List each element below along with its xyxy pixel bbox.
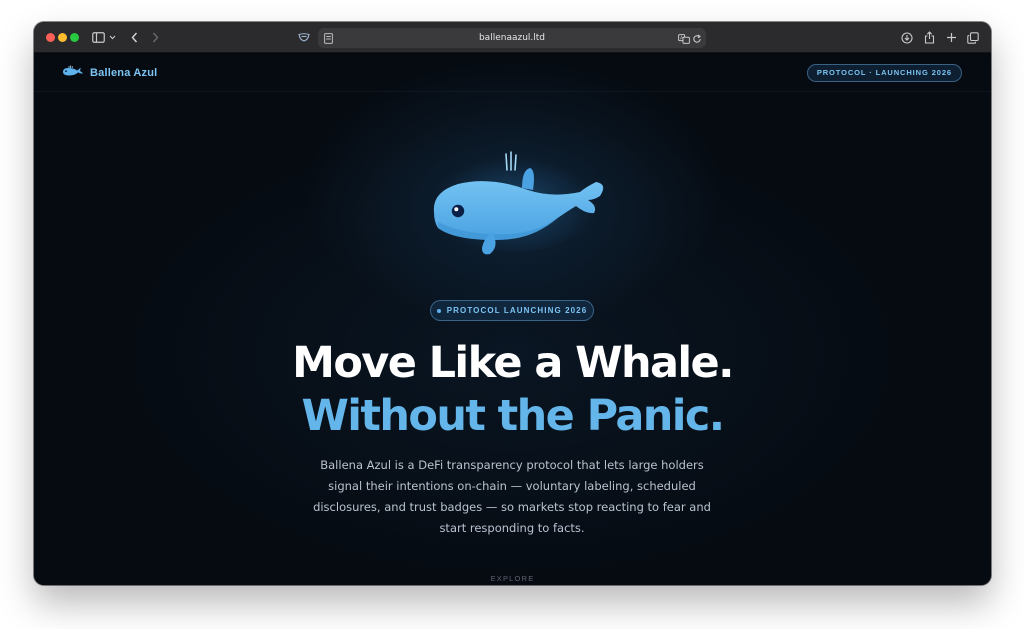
hero-badge-label: PROTOCOL LAUNCHING 2026 (446, 306, 588, 315)
reload-icon[interactable] (692, 31, 702, 46)
brand-name: Ballena Azul (90, 67, 158, 79)
explore-label[interactable]: EXPLORE (34, 574, 991, 583)
browser-window: ballenaazul.ltd A Ballena Azul PROTOCOL … (34, 22, 991, 585)
web-page: Ballena Azul PROTOCOL · LAUNCHING 2026 P… (34, 54, 991, 585)
hero-title-line-2: Without the Panic. (301, 391, 725, 441)
chevron-down-icon[interactable] (108, 30, 116, 45)
browser-toolbar: ballenaazul.ltd A (34, 22, 991, 53)
forward-icon[interactable] (150, 30, 160, 45)
whale-icon (62, 64, 84, 82)
hero-description: Ballena Azul is a DeFi transparency prot… (313, 458, 711, 535)
translate-icon[interactable]: A (678, 31, 690, 46)
new-tab-icon[interactable] (945, 30, 957, 45)
launch-status-badge: PROTOCOL · LAUNCHING 2026 (806, 64, 962, 82)
brand-logo[interactable]: Ballena Azul (62, 65, 157, 81)
zoom-window-button[interactable] (70, 33, 79, 42)
download-icon[interactable] (900, 30, 914, 45)
address-bar[interactable]: ballenaazul.ltd A (318, 28, 706, 48)
back-icon[interactable] (129, 30, 139, 45)
site-header: Ballena Azul PROTOCOL · LAUNCHING 2026 (34, 54, 991, 92)
minimize-window-button[interactable] (58, 33, 67, 42)
url-text: ballenaazul.ltd (478, 33, 546, 43)
status-dot (436, 308, 441, 313)
hero-launch-badge: PROTOCOL LAUNCHING 2026 (430, 300, 594, 321)
hero-title-line-1: Move Like a Whale. (292, 338, 734, 388)
whale-illustration (426, 140, 606, 265)
share-icon[interactable] (923, 30, 935, 45)
sidebar-icon[interactable] (91, 30, 105, 45)
shield-icon[interactable] (297, 30, 311, 45)
tabs-overview-icon[interactable] (966, 30, 979, 45)
close-window-button[interactable] (46, 33, 55, 42)
